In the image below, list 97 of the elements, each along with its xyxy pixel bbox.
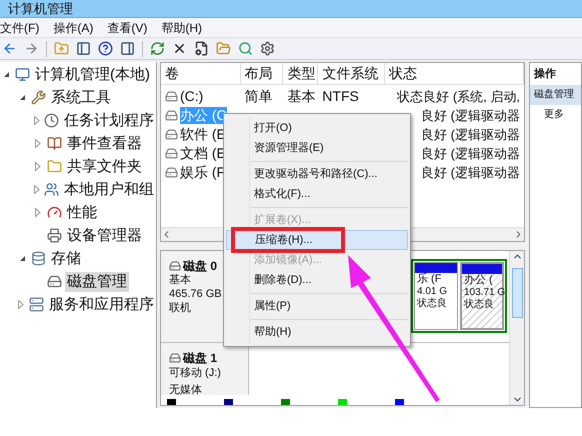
actions-title: 操作 — [532, 67, 557, 82]
menu-option[interactable]: 更改驱动器号和路径(C)... — [226, 164, 408, 184]
drive-icon — [165, 109, 178, 122]
tree-item[interactable]: 事件查看器 — [65, 134, 144, 154]
computer-icon — [15, 67, 30, 82]
panel-icon[interactable] — [76, 41, 91, 56]
table-cell[interactable]: (C:) — [180, 88, 204, 105]
disk-info: 联机 — [169, 301, 192, 315]
menu-item[interactable]: 查看(V) — [107, 20, 148, 36]
column-header[interactable]: 文件系统 — [318, 63, 385, 84]
tree-item[interactable]: 任务计划程序 — [62, 110, 156, 130]
menu-item[interactable]: 帮助(H) — [161, 20, 202, 36]
tree-item[interactable]: 服务和应用程序 — [47, 294, 156, 314]
collapsed-triangle-icon[interactable] — [34, 116, 40, 125]
drive-icon — [165, 166, 178, 179]
scroll-thumb[interactable] — [512, 268, 522, 318]
tree-item[interactable]: 本地用户和组 — [62, 180, 156, 200]
disk-info: 无媒体 — [169, 383, 203, 398]
collapsed-triangle-icon[interactable] — [35, 139, 41, 148]
vertical-scrollbar[interactable] — [509, 251, 524, 405]
table-cell: 简单 — [244, 88, 273, 105]
forward-icon[interactable] — [24, 41, 39, 56]
disk-info: 可移动 (J:) — [169, 366, 222, 381]
clock-icon — [44, 113, 59, 128]
column-header[interactable]: 状态 — [384, 63, 524, 84]
folder-icon — [47, 159, 62, 174]
panel-icon[interactable] — [120, 41, 135, 56]
menu-option[interactable]: 属性(P) — [226, 296, 408, 316]
partition-block[interactable]: 乐 (F 4.01 G 状态良 — [414, 262, 458, 330]
collapsed-triangle-icon[interactable] — [35, 208, 41, 217]
table-cell: 基本 — [287, 88, 316, 105]
server-icon — [29, 297, 44, 312]
refresh-icon[interactable] — [150, 41, 165, 56]
partition-status: 状态良 — [416, 298, 448, 310]
collapsed-triangle-icon[interactable] — [34, 185, 40, 194]
partition-size: 4.01 G — [416, 286, 448, 298]
tree-item[interactable]: 磁盘管理 — [65, 272, 129, 292]
collapsed-triangle-icon[interactable] — [35, 162, 41, 171]
disk-name: 磁盘 0 — [183, 259, 218, 273]
expanded-triangle-icon[interactable] — [18, 255, 26, 262]
hard-drive-icon — [47, 274, 62, 289]
column-header[interactable]: 卷 — [161, 63, 241, 84]
menu-option[interactable]: 资源管理器(E) — [226, 138, 408, 158]
drive-icon — [165, 128, 178, 141]
folder-up-icon[interactable] — [54, 41, 69, 56]
users-icon — [44, 182, 59, 197]
help-icon[interactable] — [98, 41, 113, 56]
table-cell: 良好 (逻辑驱动器 — [421, 126, 520, 143]
partition-name: 办公 ( — [463, 274, 494, 287]
column-header[interactable]: 布局 — [240, 63, 284, 84]
menu-option[interactable]: 打开(O) — [226, 118, 408, 138]
table-cell: NTFS — [322, 88, 359, 105]
close-icon[interactable] — [172, 41, 187, 56]
search-icon[interactable] — [238, 41, 253, 56]
database-icon — [31, 251, 46, 266]
disk-name: 磁盘 1 — [183, 351, 218, 365]
tree-item[interactable]: 共享文件夹 — [65, 156, 144, 176]
partition-type-bar — [462, 264, 502, 274]
tools-icon — [31, 90, 46, 105]
table-cell: 良好 (逻辑驱动器 — [421, 145, 520, 162]
tree-item[interactable]: 计算机管理(本地) — [33, 64, 152, 84]
menu-item[interactable]: 文件(F) — [0, 20, 40, 36]
settings-icon[interactable] — [260, 41, 275, 56]
document-gear-icon[interactable] — [194, 41, 209, 56]
menu-option[interactable]: 删除卷(D)... — [226, 270, 408, 290]
menu-option[interactable]: 格式化(F)... — [226, 184, 408, 204]
menu-item[interactable]: 操作(A) — [53, 20, 94, 36]
window-title: 计算机管理 — [7, 0, 73, 16]
disk-info: 基本 — [169, 273, 192, 287]
tree-item[interactable]: 系统工具 — [49, 88, 113, 108]
book-icon — [47, 136, 62, 151]
action-item[interactable]: 更多 — [530, 105, 581, 125]
partition-type-bar — [415, 263, 457, 273]
action-item[interactable]: 磁盘管理 — [530, 85, 581, 105]
disk-info: 465.76 GB — [169, 287, 223, 301]
expanded-triangle-icon[interactable] — [2, 71, 10, 78]
tree-item[interactable]: 性能 — [65, 202, 99, 222]
menu-option[interactable]: 压缩卷(H)... — [226, 230, 408, 250]
drive-icon — [165, 147, 178, 160]
expanded-triangle-icon[interactable] — [18, 94, 26, 101]
tree-item[interactable]: 设备管理器 — [65, 226, 144, 246]
partition-block[interactable]: 办公 ( 103.71 G 状态良 — [460, 262, 504, 330]
partition-name: 乐 (F — [416, 273, 442, 286]
printer-icon — [47, 228, 62, 243]
menu-option[interactable]: 帮助(H) — [226, 322, 408, 342]
table-cell: 良好 (逻辑驱动器 — [421, 164, 520, 181]
gauge-icon — [47, 205, 62, 220]
tree-item[interactable]: 存储 — [49, 248, 83, 268]
table-cell: 良好 (逻辑驱动器 — [421, 107, 520, 124]
column-header[interactable]: 类型 — [283, 63, 318, 84]
partition-size: 103.71 G — [463, 287, 502, 298]
partition-status: 状态良 — [463, 299, 495, 311]
drive-icon — [165, 90, 178, 103]
folder-icon[interactable] — [216, 41, 231, 56]
back-icon[interactable] — [2, 41, 17, 56]
collapsed-triangle-icon[interactable] — [18, 300, 24, 309]
table-cell: 状态良好 (系统, 启动, — [397, 88, 520, 105]
